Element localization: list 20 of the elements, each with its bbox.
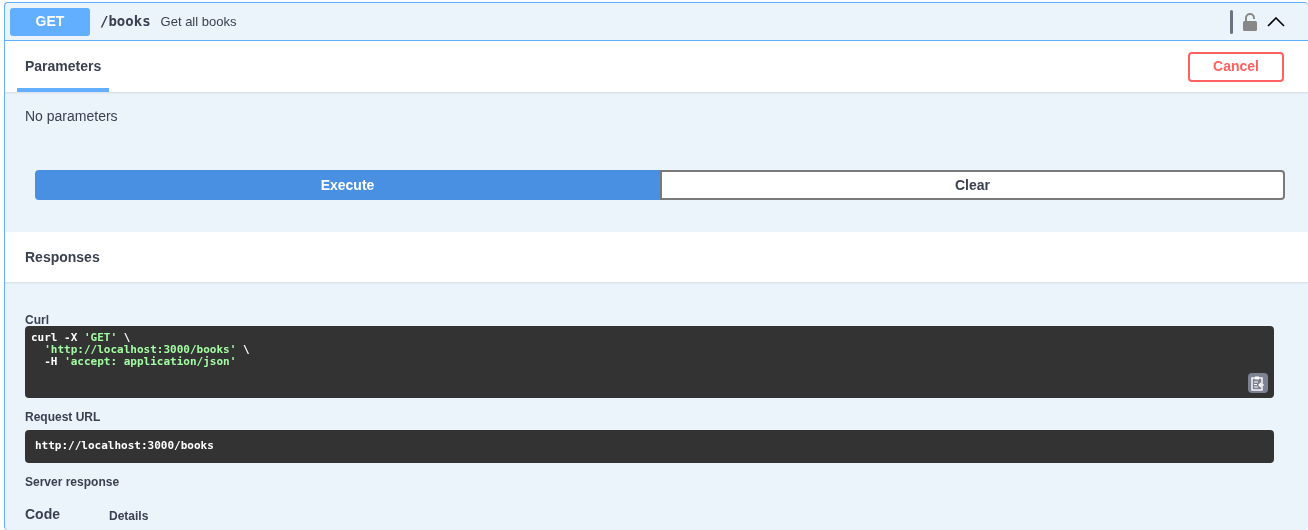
code-line: curl -X 'GET' \ [31, 332, 132, 344]
unlocked-lock-icon[interactable] [1243, 12, 1257, 31]
curl-label: Curl [25, 312, 50, 325]
collapse-chevron-icon[interactable] [1267, 16, 1285, 27]
endpoint-path: /books [100, 12, 151, 31]
server-response-label: Server response [25, 474, 121, 487]
method-badge: GET [10, 7, 90, 36]
column-header: Code [25, 505, 61, 524]
request-url: http://localhost:3000/books [25, 430, 1274, 463]
code-line: -H 'accept: application/json' [43, 356, 238, 368]
endpoint-summary: Get all books [160, 12, 237, 31]
responses-heading: Responses [25, 247, 100, 267]
column-header: Details [109, 508, 149, 525]
no-parameters-text: No parameters [25, 107, 119, 126]
code-line: 'http://localhost:3000/books' \ [43, 344, 251, 356]
clear-button[interactable]: Clear [660, 170, 1285, 200]
request-url-label: Request URL [25, 409, 102, 422]
divider-handle [1230, 9, 1233, 34]
copy-icon[interactable] [1248, 373, 1268, 393]
parameters-tab[interactable]: Parameters [17, 41, 110, 92]
